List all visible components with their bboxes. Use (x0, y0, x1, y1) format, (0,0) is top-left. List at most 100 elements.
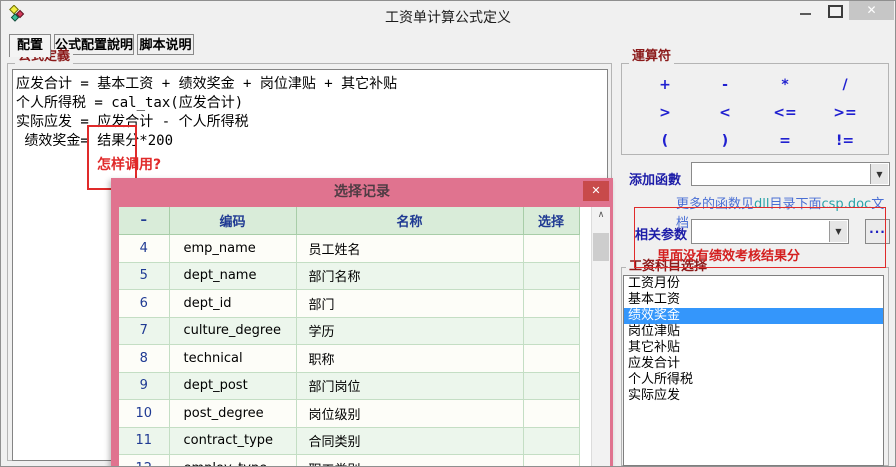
operator-button[interactable]: ( (662, 133, 668, 149)
dialog-close-button[interactable]: ✕ (583, 181, 609, 201)
name-cell: 部门名称 (296, 262, 523, 290)
salary-subject-item[interactable]: 其它补贴 (624, 340, 883, 356)
row-filler (579, 317, 591, 345)
code-cell: dept_name (169, 262, 296, 290)
header-filler (579, 207, 591, 235)
name-cell: 职称 (296, 345, 523, 373)
salary-subject-item[interactable]: 实际应发 (624, 388, 883, 404)
table-row[interactable]: 6 dept_id 部门 (119, 290, 591, 318)
select-cell[interactable] (523, 345, 579, 373)
select-cell[interactable] (523, 372, 579, 400)
row-number-cell: 6 (119, 290, 169, 318)
salary-subject-item[interactable]: 绩效奖金 (624, 308, 883, 324)
formula-line: 个人所得税 = cal_tax(应发合计) (16, 94, 604, 113)
name-cell: 合同类别 (296, 427, 523, 455)
code-cell: employ_type (169, 455, 296, 467)
salary-subject-item[interactable]: 应发合计 (624, 356, 883, 372)
table-row[interactable]: 12 employ_type 职工类别 (119, 455, 591, 467)
salary-subject-item[interactable]: 工资月份 (624, 276, 883, 292)
row-filler (579, 372, 591, 400)
salary-subject-item[interactable]: 岗位津贴 (624, 324, 883, 340)
tab-config[interactable]: 配置 (9, 34, 51, 57)
row-filler (579, 427, 591, 455)
operator-button[interactable]: + (659, 77, 671, 93)
maximize-button[interactable] (826, 4, 844, 19)
tab-label: 配置 (17, 38, 43, 53)
select-record-dialog: 选择记录 ✕ – 编码 名称 选择 4 emp_name 员工 (111, 178, 613, 467)
minimize-icon (800, 13, 811, 15)
row-filler (579, 262, 591, 290)
table-row[interactable]: 4 emp_name 员工姓名 (119, 235, 591, 263)
operator-button[interactable]: - (722, 77, 728, 93)
row-filler (579, 455, 591, 467)
name-cell: 员工姓名 (296, 235, 523, 263)
row-filler (579, 235, 591, 263)
minimize-button[interactable] (797, 6, 819, 20)
operator-button[interactable]: < (719, 105, 731, 121)
add-function-label: 添加函數 (629, 169, 681, 188)
code-cell: technical (169, 345, 296, 373)
dialog-scrollbar[interactable]: ∧ (591, 207, 610, 467)
column-header-index: – (119, 207, 169, 235)
scrollbar-thumb[interactable] (593, 233, 609, 261)
table-row[interactable]: 11 contract_type 合同类别 (119, 427, 591, 455)
select-cell[interactable] (523, 455, 579, 467)
table-row[interactable]: 9 dept_post 部门岗位 (119, 372, 591, 400)
close-button[interactable]: ✕ (849, 1, 894, 20)
formula-line: 实际应发 = 应发合计 - 个人所得税 (16, 113, 604, 132)
params-annotation-text: 里面没有绩效考核结果分 (657, 245, 800, 264)
select-cell[interactable] (523, 400, 579, 428)
name-cell: 职工类别 (296, 455, 523, 467)
operator-button[interactable]: <= (773, 105, 796, 121)
table-row[interactable]: 7 culture_degree 学历 (119, 317, 591, 345)
salary-subject-item[interactable]: 基本工资 (624, 292, 883, 308)
add-function-combobox[interactable]: ▼ (691, 162, 890, 186)
name-cell: 部门岗位 (296, 372, 523, 400)
table-row[interactable]: 5 dept_name 部门名称 (119, 262, 591, 290)
title-bar[interactable]: 工资单计算公式定义 ✕ (1, 1, 895, 31)
code-cell: culture_degree (169, 317, 296, 345)
row-number-cell: 8 (119, 345, 169, 373)
table-row[interactable]: 8 technical 职称 (119, 345, 591, 373)
salary-subject-item[interactable]: 个人所得税 (624, 372, 883, 388)
more-functions-hint: 更多的函数见dll目录下面csp.doc文档 (676, 193, 895, 231)
operator-button[interactable]: * (781, 77, 788, 93)
close-icon: ✕ (866, 3, 876, 17)
table-row[interactable]: 10 post_degree 岗位级别 (119, 400, 591, 428)
operator-button[interactable]: ) (722, 133, 728, 149)
row-filler (579, 400, 591, 428)
row-number-cell: 10 (119, 400, 169, 428)
dialog-title-bar[interactable]: 选择记录 (111, 178, 613, 207)
code-cell: dept_id (169, 290, 296, 318)
select-cell[interactable] (523, 262, 579, 290)
select-cell[interactable] (523, 235, 579, 263)
tab-script-help[interactable]: 脚本说明 (137, 34, 194, 55)
select-cell[interactable] (523, 317, 579, 345)
operator-button[interactable]: >= (833, 105, 856, 121)
window-title: 工资单计算公式定义 (1, 7, 895, 27)
chevron-down-icon[interactable]: ▼ (870, 164, 888, 184)
operator-button[interactable]: > (659, 105, 671, 121)
name-cell: 部门 (296, 290, 523, 318)
formula-line: 应发合计 = 基本工资 + 绩效奖金 + 岗位津贴 + 其它补贴 (16, 75, 604, 94)
record-table-header-row: – 编码 名称 选择 (119, 207, 591, 235)
salary-subjects-listbox[interactable]: 工资月份基本工资绩效奖金岗位津贴其它补贴应发合计个人所得税实际应发 (623, 275, 884, 466)
formula-line: 绩效奖金= 结果分*200 (16, 132, 604, 151)
select-cell[interactable] (523, 290, 579, 318)
column-header-select: 选择 (523, 207, 579, 235)
row-number-cell: 12 (119, 455, 169, 467)
column-header-name: 名称 (296, 207, 523, 235)
operator-grid: + - * / > < <= >= () = != (635, 71, 875, 155)
operator-button[interactable]: = (779, 133, 791, 149)
name-cell: 岗位级别 (296, 400, 523, 428)
code-cell: post_degree (169, 400, 296, 428)
operator-button[interactable]: / (842, 77, 847, 93)
operator-button[interactable]: != (836, 133, 854, 149)
scroll-up-icon[interactable]: ∧ (592, 207, 610, 225)
maximize-icon (828, 5, 843, 18)
row-number-cell: 9 (119, 372, 169, 400)
row-filler (579, 290, 591, 318)
code-cell: emp_name (169, 235, 296, 263)
select-cell[interactable] (523, 427, 579, 455)
name-cell: 学历 (296, 317, 523, 345)
